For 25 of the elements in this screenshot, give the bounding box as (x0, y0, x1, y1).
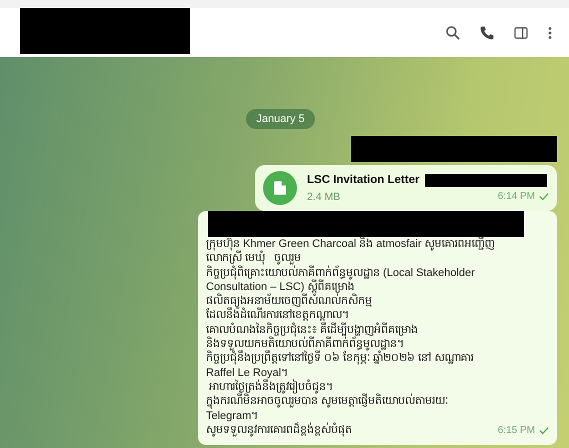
message-line: គោលបំណងនៃកិច្ចប្រជុំនេះ៖ គឺដើម្បីបង្ហាញអំពីគម្រោង (206, 322, 420, 336)
message-line: ផលិតធ្យូងអនាម័យចេញពីសំណល់កសិកម្ម (206, 294, 373, 308)
message-line: កិច្ចប្រជុំពិគ្រោះយោបល់ភាគីពាក់ព័ន្ធមូលដ្ឋាន (Local Stakeholder (206, 266, 476, 280)
message-line: លោកស្រី មេឃុំ ចូលរួម (206, 251, 302, 265)
message-line: ដែលនឹងដំណើរការនៅខេត្តកណ្ដាល។ (206, 308, 349, 322)
search-icon[interactable] (445, 24, 461, 40)
file-message[interactable]: LSC Invitation Letter 2.4 MB 6:14 PM (255, 165, 557, 211)
message-line: កិច្ចប្រជុំនឹងប្រព្រឹត្តទៅនៅថ្ងៃទី ០៦ ខែកុម្ភៈ ឆ្នាំ២០២៦ នៅ សណ្ឋាគារ (206, 351, 474, 366)
phone-icon[interactable] (479, 24, 495, 40)
more-icon[interactable] (547, 24, 553, 40)
message-line: និងទទួលយកមតិយោបល់ពីភាគីពាក់ព័ន្ធមូលដ្ឋាន។ (206, 337, 405, 350)
message-line: អាហារថ្ងៃត្រង់នឹងត្រូវរៀបចំជូន។ (208, 380, 334, 394)
message-time: 6:15 PM (498, 425, 535, 436)
message-line: ក្នុងករណីមិនអាចចូលរួមបាន សូមមេត្តាផ្ញើមតិយោបល់តាមរយៈ (206, 394, 450, 409)
message-line: សូមទទួលនូវការគោរពដ៏ខ្ពង់ខ្ពស់បំផុត (206, 422, 353, 438)
file-size: 2.4 MB (307, 190, 340, 202)
message-line: Telegram។ (206, 409, 260, 422)
message-time: 6:14 PM (498, 191, 535, 202)
message-line: Consultation – LSC) ស្ដីពីគម្រោង (206, 280, 356, 293)
message-line: Raffel Le Royal។ (206, 366, 290, 379)
date-badge: January 5 (246, 109, 315, 129)
document-icon (263, 171, 297, 205)
sidebar-icon[interactable] (513, 24, 529, 40)
message-line: ក្រុមហ៊ុន Khmer Green Charcoal និង atmosfair សូមគោរពអញ្ជើញ (206, 237, 496, 250)
file-name: LSC Invitation Letter (307, 174, 420, 186)
